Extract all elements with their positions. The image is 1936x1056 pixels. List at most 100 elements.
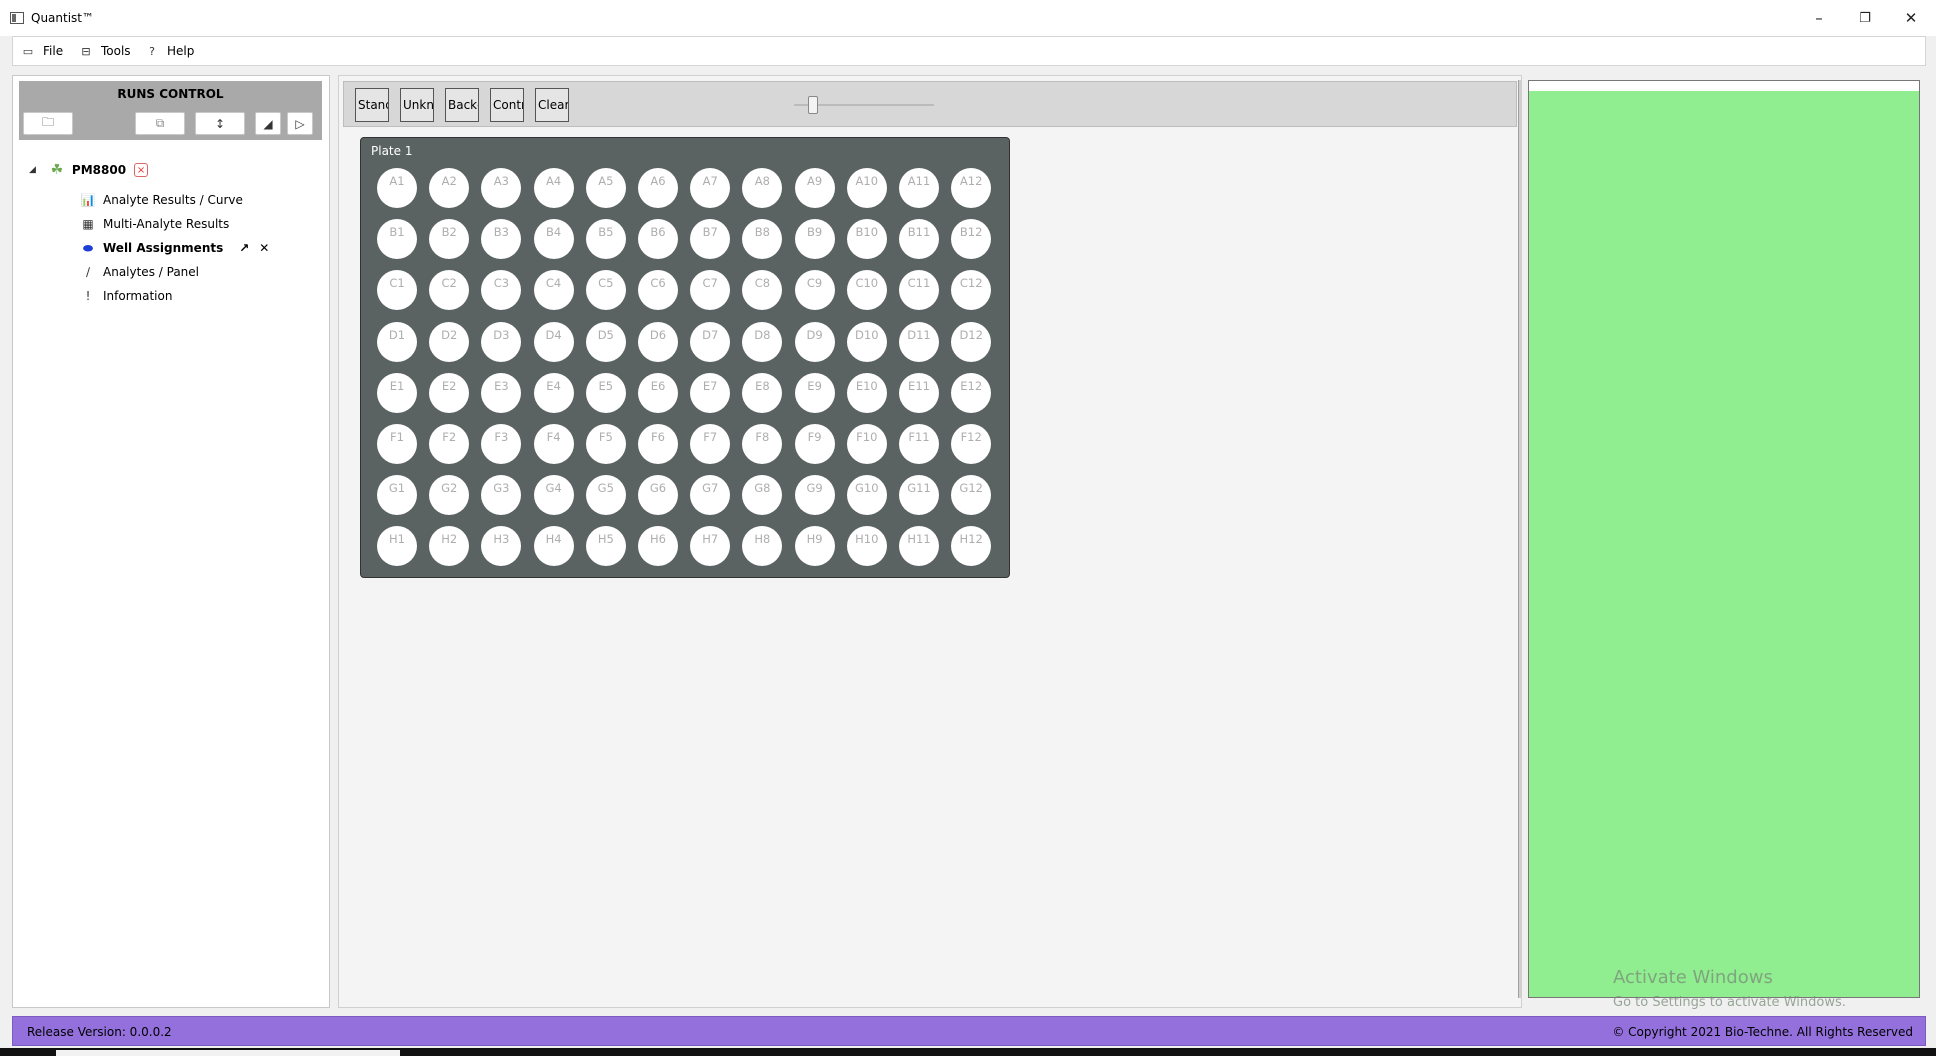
control-button[interactable]: Contr [490,88,524,122]
well-D2[interactable]: D2 [429,321,470,362]
well-G1[interactable]: G1 [377,475,417,516]
well-A1[interactable]: A1 [377,168,417,208]
well-F5[interactable]: F5 [585,424,626,464]
well-D7[interactable]: D7 [690,321,731,362]
well-C7[interactable]: C7 [690,270,731,311]
well-A10[interactable]: A10 [846,168,887,208]
clear-button[interactable]: Clear [535,88,569,122]
well-B2[interactable]: B2 [429,219,470,260]
well-A5[interactable]: A5 [585,168,626,208]
well-H2[interactable]: H2 [429,526,470,567]
well-D4[interactable]: D4 [533,321,574,362]
well-A11[interactable]: A11 [899,168,939,208]
well-D10[interactable]: D10 [846,321,887,362]
well-G10[interactable]: G10 [846,475,887,516]
well-H8[interactable]: H8 [742,526,783,567]
close-tab-icon[interactable]: ✕ [259,241,269,255]
well-C9[interactable]: C9 [794,270,835,311]
run-close-badge[interactable]: × [134,163,149,177]
well-E11[interactable]: E11 [899,372,939,413]
well-H5[interactable]: H5 [585,526,626,567]
well-E12[interactable]: E12 [951,372,992,413]
well-D11[interactable]: D11 [899,321,939,362]
well-E4[interactable]: E4 [533,372,574,413]
well-E6[interactable]: E6 [638,372,678,413]
tree-item-well-assignments[interactable]: ⬬ Well Assignments ↗ ✕ [81,238,269,258]
well-H6[interactable]: H6 [638,526,678,567]
open-run-button[interactable]: 🗀 [23,112,73,135]
tree-item-analyte-results[interactable]: 📊 Analyte Results / Curve [81,190,243,210]
well-F8[interactable]: F8 [742,424,783,464]
well-C12[interactable]: C12 [951,270,992,311]
well-F12[interactable]: F12 [951,424,992,464]
well-E2[interactable]: E2 [429,372,470,413]
unknown-button[interactable]: Unkno [400,88,434,122]
well-G3[interactable]: G3 [481,475,522,516]
well-B5[interactable]: B5 [585,219,626,260]
panel-splitter[interactable] [1518,80,1522,998]
well-E10[interactable]: E10 [846,372,887,413]
well-A7[interactable]: A7 [690,168,731,208]
well-F10[interactable]: F10 [846,424,887,464]
well-H10[interactable]: H10 [846,526,887,567]
well-A3[interactable]: A3 [481,168,522,208]
well-B10[interactable]: B10 [846,219,887,260]
well-C1[interactable]: C1 [377,270,417,311]
well-B6[interactable]: B6 [638,219,678,260]
well-E9[interactable]: E9 [794,372,835,413]
background-button[interactable]: Backg [445,88,479,122]
well-F4[interactable]: F4 [533,424,574,464]
well-D12[interactable]: D12 [951,321,992,362]
well-C5[interactable]: C5 [585,270,626,311]
well-E7[interactable]: E7 [690,372,731,413]
well-C6[interactable]: C6 [638,270,678,311]
well-F1[interactable]: F1 [377,424,417,464]
well-D3[interactable]: D3 [481,321,522,362]
close-button[interactable]: ✕ [1888,0,1934,36]
tree-run-pm8800[interactable]: ◢ ☘ PM8800 × [29,160,149,180]
well-H12[interactable]: H12 [951,526,992,567]
well-A4[interactable]: A4 [533,168,574,208]
well-A12[interactable]: A12 [951,168,992,208]
well-G7[interactable]: G7 [690,475,731,516]
well-A6[interactable]: A6 [638,168,678,208]
menu-help[interactable]: ? Help [145,37,194,65]
well-G9[interactable]: G9 [794,475,835,516]
well-C8[interactable]: C8 [742,270,783,311]
well-C4[interactable]: C4 [533,270,574,311]
well-A9[interactable]: A9 [794,168,835,208]
minimize-button[interactable]: – [1796,0,1842,36]
well-A8[interactable]: A8 [742,168,783,208]
well-H7[interactable]: H7 [690,526,731,567]
well-F9[interactable]: F9 [794,424,835,464]
well-D6[interactable]: D6 [638,321,678,362]
well-E8[interactable]: E8 [742,372,783,413]
tree-item-information[interactable]: ǃ Information [81,286,172,306]
well-C2[interactable]: C2 [429,270,470,311]
menu-tools[interactable]: ⊟ Tools [79,37,130,65]
expand-arrow-icon[interactable]: ◢ [29,165,36,175]
well-D1[interactable]: D1 [377,321,417,362]
well-F11[interactable]: F11 [899,424,939,464]
sort-button[interactable]: ↕ [195,112,245,135]
well-F2[interactable]: F2 [429,424,470,464]
well-C11[interactable]: C11 [899,270,939,311]
taskbar-search[interactable] [56,1050,400,1056]
well-E3[interactable]: E3 [481,372,522,413]
well-B11[interactable]: B11 [899,219,939,260]
pin-icon[interactable]: ↗ [239,241,249,255]
well-G12[interactable]: G12 [951,475,992,516]
well-H3[interactable]: H3 [481,526,522,567]
well-B9[interactable]: B9 [794,219,835,260]
well-B8[interactable]: B8 [742,219,783,260]
well-D9[interactable]: D9 [794,321,835,362]
well-B3[interactable]: B3 [481,219,522,260]
well-G8[interactable]: G8 [742,475,783,516]
well-D5[interactable]: D5 [585,321,626,362]
well-A2[interactable]: A2 [429,168,470,208]
well-C10[interactable]: C10 [846,270,887,311]
well-H4[interactable]: H4 [533,526,574,567]
tree-item-multi-analyte[interactable]: ▦ Multi-Analyte Results [81,214,229,234]
copy-button[interactable]: ⧉ [135,112,185,135]
well-B4[interactable]: B4 [533,219,574,260]
